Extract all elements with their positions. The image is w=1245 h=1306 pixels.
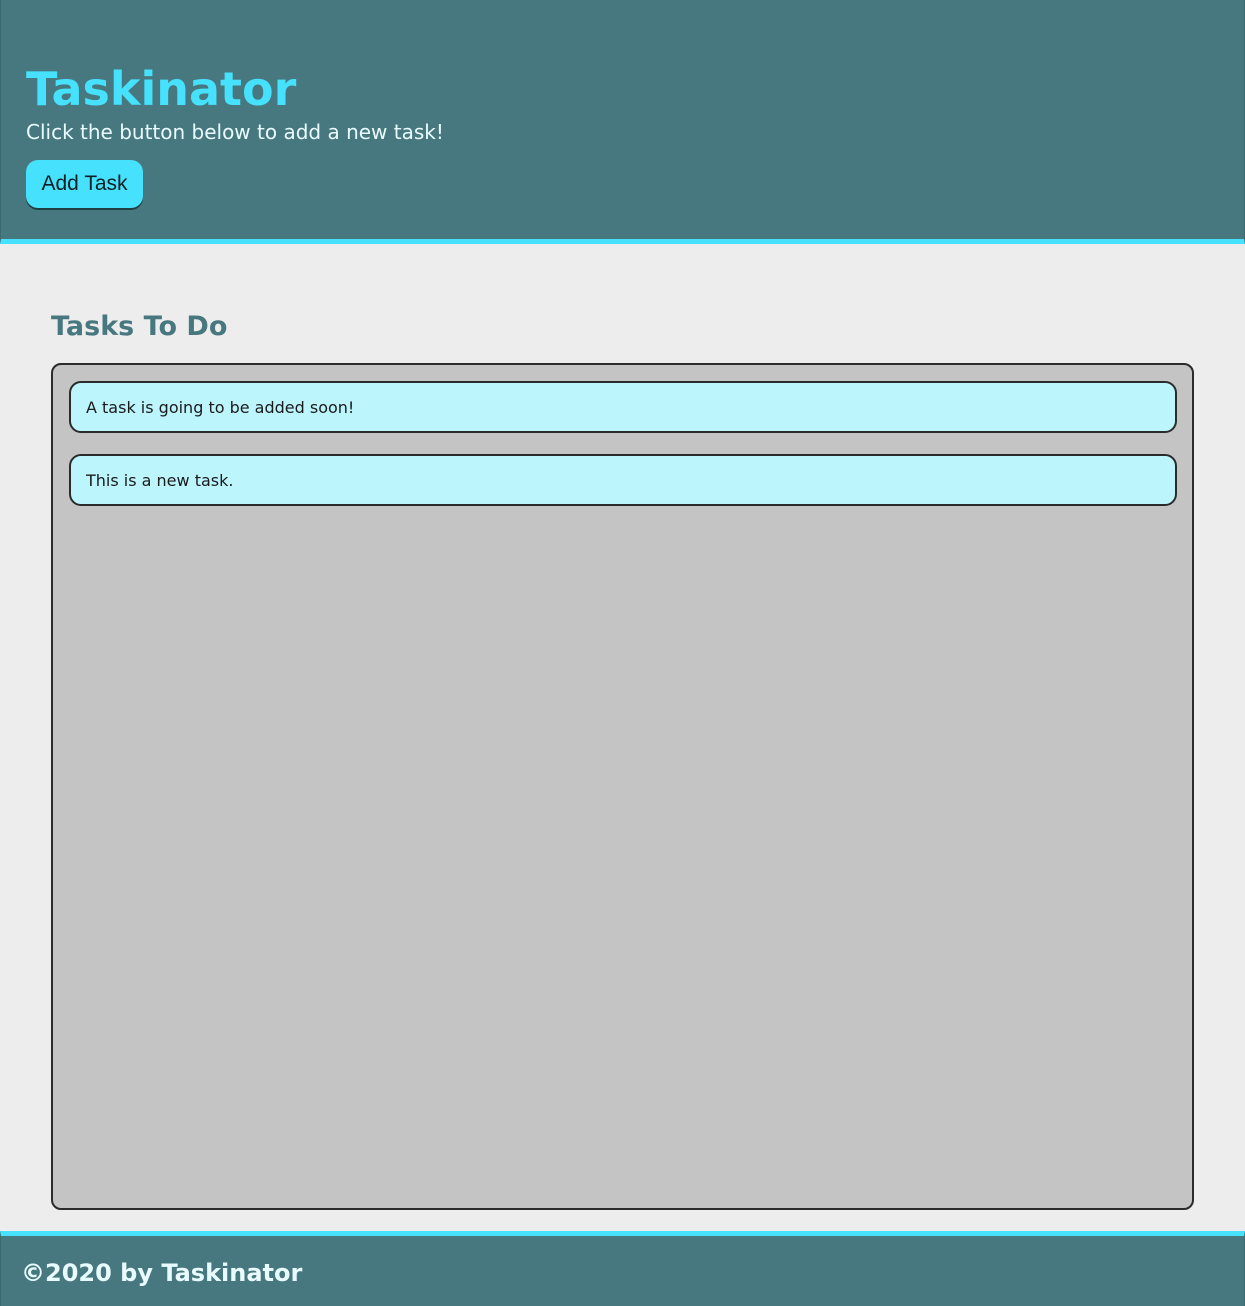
task-item[interactable]: A task is going to be added soon!	[69, 381, 1177, 433]
page-footer: ©2020 by Taskinator	[0, 1231, 1245, 1306]
footer-copyright: ©2020 by Taskinator	[21, 1259, 303, 1287]
page-header: Taskinator Click the button below to add…	[0, 0, 1245, 244]
tasks-to-do-heading: Tasks To Do	[51, 311, 228, 342]
task-item[interactable]: This is a new task.	[69, 454, 1177, 506]
add-task-button[interactable]: Add Task	[26, 160, 143, 208]
tasks-to-do-list: A task is going to be added soon! This i…	[51, 363, 1194, 1210]
header-instructions: Click the button below to add a new task…	[26, 120, 444, 144]
app-title: Taskinator	[26, 62, 297, 116]
